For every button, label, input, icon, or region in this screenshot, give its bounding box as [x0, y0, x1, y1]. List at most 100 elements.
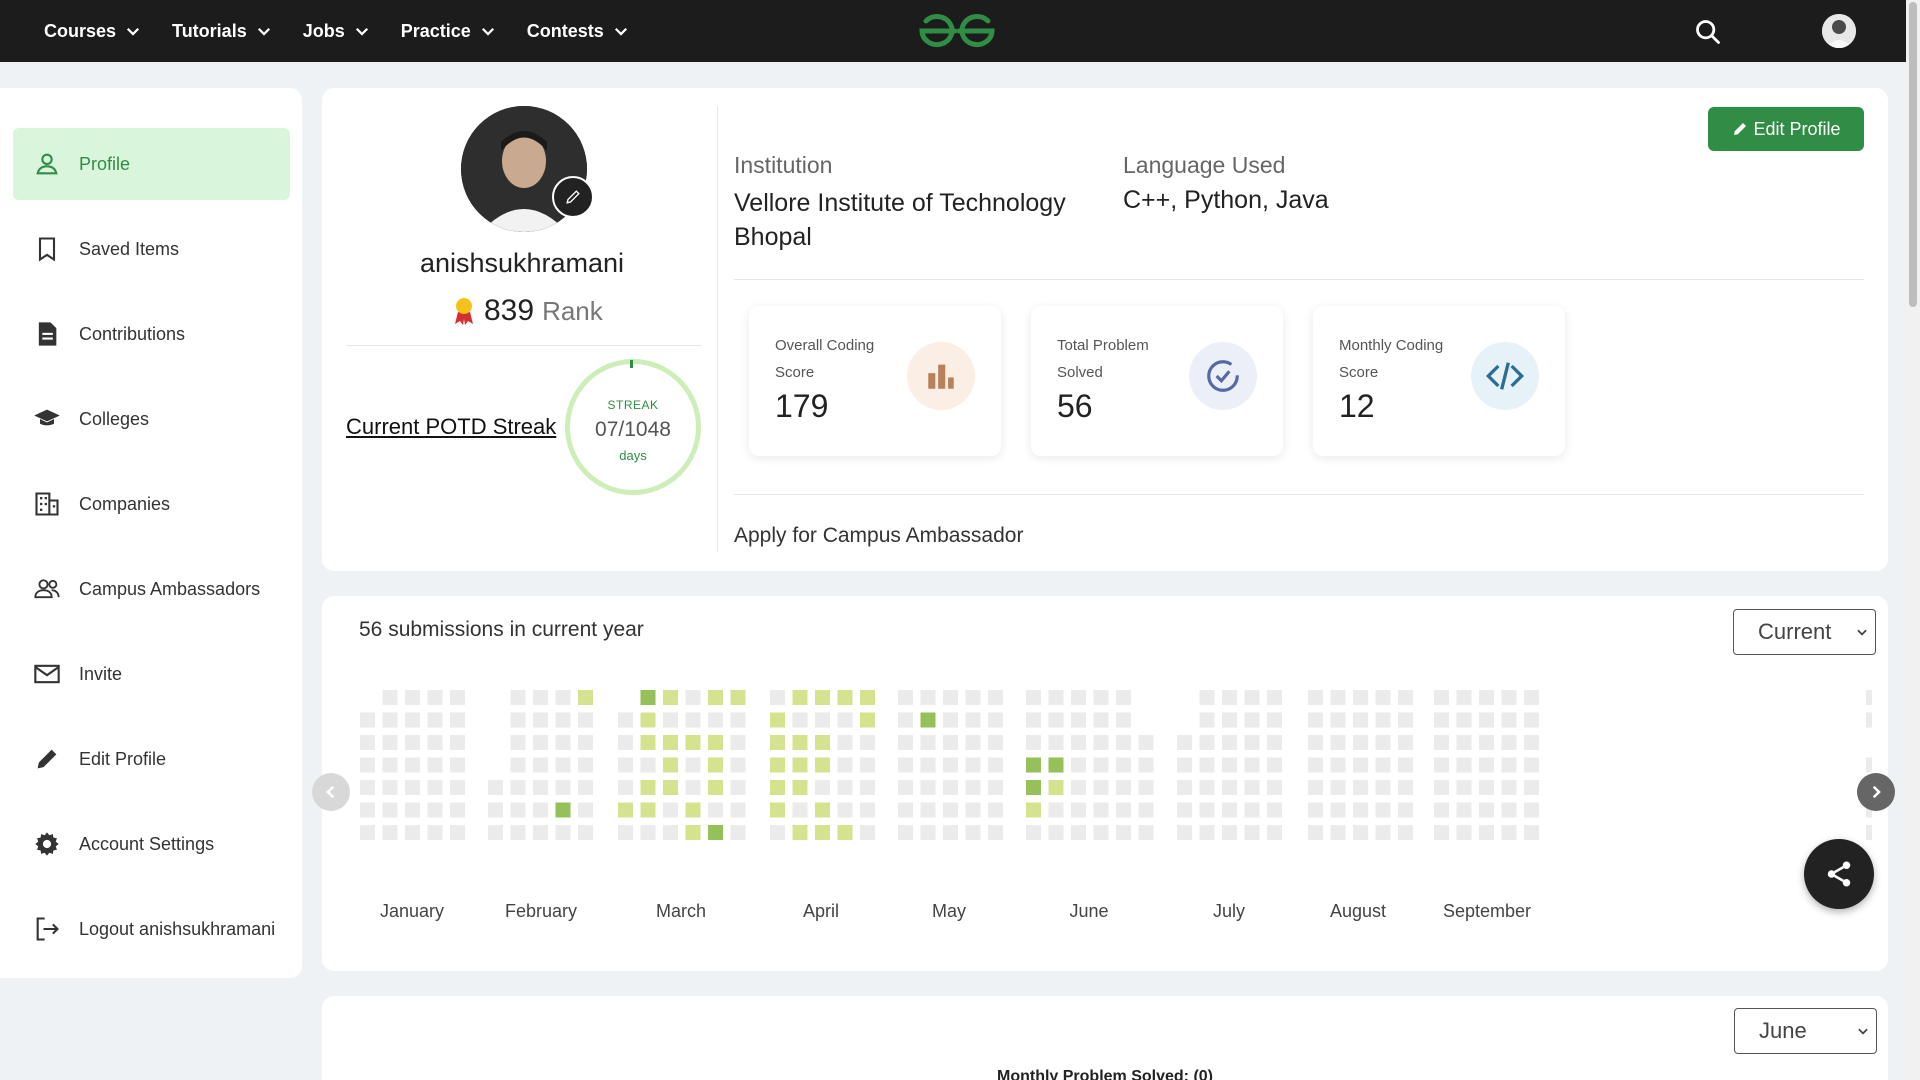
heatmap-day-cell	[815, 802, 830, 818]
heatmap-day-cell	[578, 735, 593, 750]
share-icon	[1827, 861, 1851, 887]
heatmap-day-cell	[1330, 825, 1346, 840]
sidebar-item-colleges[interactable]: Colleges	[13, 383, 290, 455]
chevron-down-icon	[126, 27, 140, 36]
sidebar-item-contributions[interactable]: Contributions	[13, 298, 290, 370]
heatmap-day-cell	[965, 690, 981, 705]
heatmap-day-cell	[860, 780, 875, 795]
heatmap-day-cell	[1330, 712, 1346, 728]
heatmap-day-cell	[1177, 802, 1192, 818]
sidebar-item-account-settings[interactable]: Account Settings	[13, 808, 290, 880]
share-button[interactable]	[1804, 839, 1874, 909]
nav-practice[interactable]: Practice	[401, 21, 497, 42]
potd-streak-link[interactable]: Current POTD Streak	[346, 414, 556, 440]
heatmap-day-cell	[618, 735, 633, 750]
heatmap-day-cell	[450, 825, 465, 840]
heatmap-day-cell	[663, 712, 678, 728]
heatmap-day-cell	[1116, 690, 1131, 705]
heatmap-day-cell	[898, 735, 913, 750]
heatmap-month-label: April	[803, 901, 839, 921]
nav-jobs[interactable]: Jobs	[303, 21, 371, 42]
page-scrollbar[interactable]	[1906, 0, 1920, 1080]
heatmap-day-cell	[1177, 780, 1192, 795]
heatmap-day-cell	[450, 712, 465, 728]
heatmap-prev-button[interactable]	[312, 773, 350, 811]
campus-ambassador-link[interactable]: Apply for Campus Ambassador	[734, 524, 1023, 548]
sidebar-item-campus-ambassadors[interactable]: Campus Ambassadors	[13, 553, 290, 625]
heatmap-day-cell	[708, 690, 723, 705]
nav-tutorials[interactable]: Tutorials	[172, 21, 273, 42]
heatmap-day-cell	[360, 825, 375, 840]
heatmap-day-cell	[1501, 825, 1517, 840]
sidebar-item-companies[interactable]: Companies	[13, 468, 290, 540]
nav-courses[interactable]: Courses	[44, 21, 142, 42]
sidebar-item-edit-profile[interactable]: Edit Profile	[13, 723, 290, 795]
search-icon[interactable]	[1694, 18, 1722, 46]
heatmap-day-cell	[988, 757, 1003, 773]
sidebar-item-logout[interactable]: Logout anishsukhramani	[13, 893, 290, 965]
divider	[734, 494, 1864, 495]
stat-card-overall-score: Overall Coding Score 179	[749, 306, 1001, 456]
edit-profile-button[interactable]: Edit Profile	[1708, 107, 1864, 151]
heatmap-day-cell	[1434, 802, 1449, 818]
heatmap-day-cell	[730, 735, 746, 750]
user-avatar[interactable]	[1822, 14, 1856, 48]
heatmap-day-cell	[792, 780, 808, 795]
scrollbar-thumb[interactable]	[1909, 2, 1917, 307]
heatmap-day-cell	[1071, 735, 1086, 750]
heatmap-day-cell	[640, 735, 656, 750]
heatmap-month-label: May	[932, 901, 966, 921]
heatmap-day-cell	[510, 712, 526, 728]
heatmap-day-cell	[555, 712, 571, 728]
heatmap-day-cell	[1398, 802, 1413, 818]
heatmap-day-cell	[920, 735, 936, 750]
gfg-logo-icon[interactable]	[918, 12, 996, 50]
heatmap-day-cell	[1434, 780, 1449, 795]
heatmap-day-cell	[1138, 757, 1154, 773]
heatmap-day-cell	[1479, 712, 1494, 728]
nav-contests-label: Contests	[526, 20, 604, 41]
heatmap-day-cell	[943, 735, 958, 750]
heatmap-day-cell	[1244, 735, 1260, 750]
sidebar-item-invite[interactable]: Invite	[13, 638, 290, 710]
heatmap-day-cell	[1026, 825, 1041, 840]
heatmap-day-cell	[1375, 690, 1391, 705]
heatmap-day-cell	[1093, 757, 1109, 773]
heatmap-day-cell	[1308, 757, 1323, 773]
heatmap-day-cell	[815, 780, 830, 795]
heatmap-month-label: June	[1069, 901, 1108, 921]
heatmap-day-cell	[1116, 712, 1131, 728]
heatmap-next-button[interactable]	[1857, 773, 1895, 811]
sidebar-item-profile[interactable]: Profile	[13, 128, 290, 200]
heatmap-day-cell	[708, 757, 723, 773]
heatmap-day-cell	[815, 690, 830, 705]
heatmap-day-cell	[1048, 712, 1064, 728]
heatmap-day-cell	[1177, 735, 1192, 750]
profile-card: anishsukhramani 839 Rank Current POTD St…	[322, 88, 1888, 571]
heatmap-day-cell	[510, 735, 526, 750]
heatmap-day-cell	[1456, 735, 1472, 750]
heatmap-day-cell	[860, 712, 875, 728]
heatmap-day-cell	[1048, 802, 1064, 818]
heatmap-day-cell	[988, 802, 1003, 818]
edit-avatar-button[interactable]	[552, 176, 594, 218]
heatmap-day-cell	[578, 712, 593, 728]
heatmap-day-cell	[965, 825, 981, 840]
language-value: C++, Python, Java	[1123, 186, 1329, 214]
heatmap-day-cell	[382, 735, 398, 750]
heatmap-day-cell	[837, 825, 853, 840]
nav-contests[interactable]: Contests	[527, 21, 630, 42]
sidebar-item-saved-items[interactable]: Saved Items	[13, 213, 290, 285]
heatmap-day-cell	[943, 690, 958, 705]
month-select[interactable]: June	[1734, 1008, 1877, 1054]
heatmap-day-cell	[405, 802, 420, 818]
heatmap-day-cell	[1222, 825, 1237, 840]
heatmap-day-cell	[1308, 780, 1323, 795]
heatmap-day-cell	[1501, 780, 1517, 795]
streak-value: 07/1048	[595, 418, 671, 441]
heatmap-day-cell	[708, 735, 723, 750]
heatmap-day-cell	[1479, 780, 1494, 795]
heatmap-day-cell	[382, 825, 398, 840]
heatmap-day-cell	[640, 802, 656, 818]
heatmap-day-cell	[1375, 735, 1391, 750]
